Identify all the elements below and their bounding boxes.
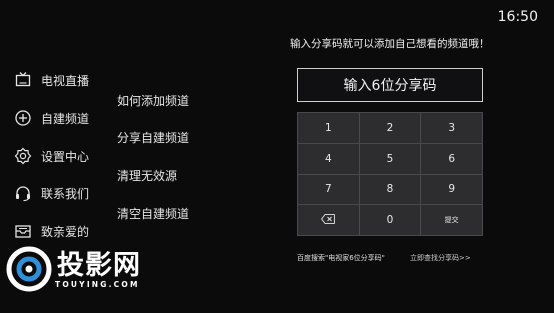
key-6[interactable]: 6: [421, 143, 482, 174]
clock: 16:50: [497, 9, 538, 25]
sidebar-item-label: 设置中心: [41, 149, 90, 164]
sidebar-item-label: 自建频道: [41, 111, 90, 126]
submenu-clear-channels[interactable]: 清空自建频道: [117, 205, 189, 222]
backspace-icon: [321, 213, 336, 227]
search-tip: 百度搜索"电视家6位分享码": [297, 254, 385, 262]
key-8[interactable]: 8: [359, 174, 421, 205]
key-4[interactable]: 4: [298, 143, 359, 174]
key-9[interactable]: 9: [421, 174, 482, 205]
submenu-share-channels[interactable]: 分享自建频道: [117, 129, 189, 146]
sidebar-item-label: 致亲爱的: [41, 224, 90, 239]
key-5[interactable]: 5: [359, 143, 421, 174]
keypad: 1 2 3 4 5 6 7 8 9 0 提交: [297, 112, 483, 236]
sidebar-item-label: 电视直播: [41, 73, 90, 88]
plus-circle-icon: [14, 109, 32, 127]
find-code-link[interactable]: 立即查找分享码>>: [410, 253, 471, 263]
watermark-brand: 投影网: [57, 250, 141, 281]
sidebar-item-dear[interactable]: 致亲爱的: [14, 219, 89, 243]
key-1[interactable]: 1: [298, 113, 359, 143]
lens-icon: [6, 246, 52, 292]
key-0[interactable]: 0: [359, 205, 421, 235]
key-3[interactable]: 3: [421, 113, 482, 143]
sidebar-item-custom-channels[interactable]: 自建频道: [14, 106, 89, 130]
backspace-key[interactable]: [298, 205, 359, 235]
watermark: 投影网 TOUYING.COM: [5, 245, 165, 307]
envelope-icon: [14, 222, 32, 240]
gear-icon: [14, 147, 32, 165]
sidebar-item-contact-us[interactable]: 联系我们: [14, 181, 89, 205]
share-code-input[interactable]: 输入6位分享码: [297, 68, 483, 102]
share-hint: 输入分享码就可以添加自己想看的频道哦！: [290, 38, 490, 50]
key-2[interactable]: 2: [359, 113, 421, 143]
submit-key[interactable]: 提交: [421, 205, 482, 235]
watermark-domain: TOUYING.COM: [55, 280, 140, 289]
key-7[interactable]: 7: [298, 174, 359, 205]
headset-icon: [14, 184, 32, 202]
submenu-how-to-add[interactable]: 如何添加频道: [117, 92, 189, 109]
tv-icon: [14, 71, 32, 89]
sidebar-item-settings[interactable]: 设置中心: [14, 144, 89, 168]
submenu-clean-invalid[interactable]: 清理无效源: [117, 167, 177, 184]
sidebar-item-label: 联系我们: [41, 186, 90, 201]
sidebar-item-live-tv[interactable]: 电视直播: [14, 68, 89, 92]
